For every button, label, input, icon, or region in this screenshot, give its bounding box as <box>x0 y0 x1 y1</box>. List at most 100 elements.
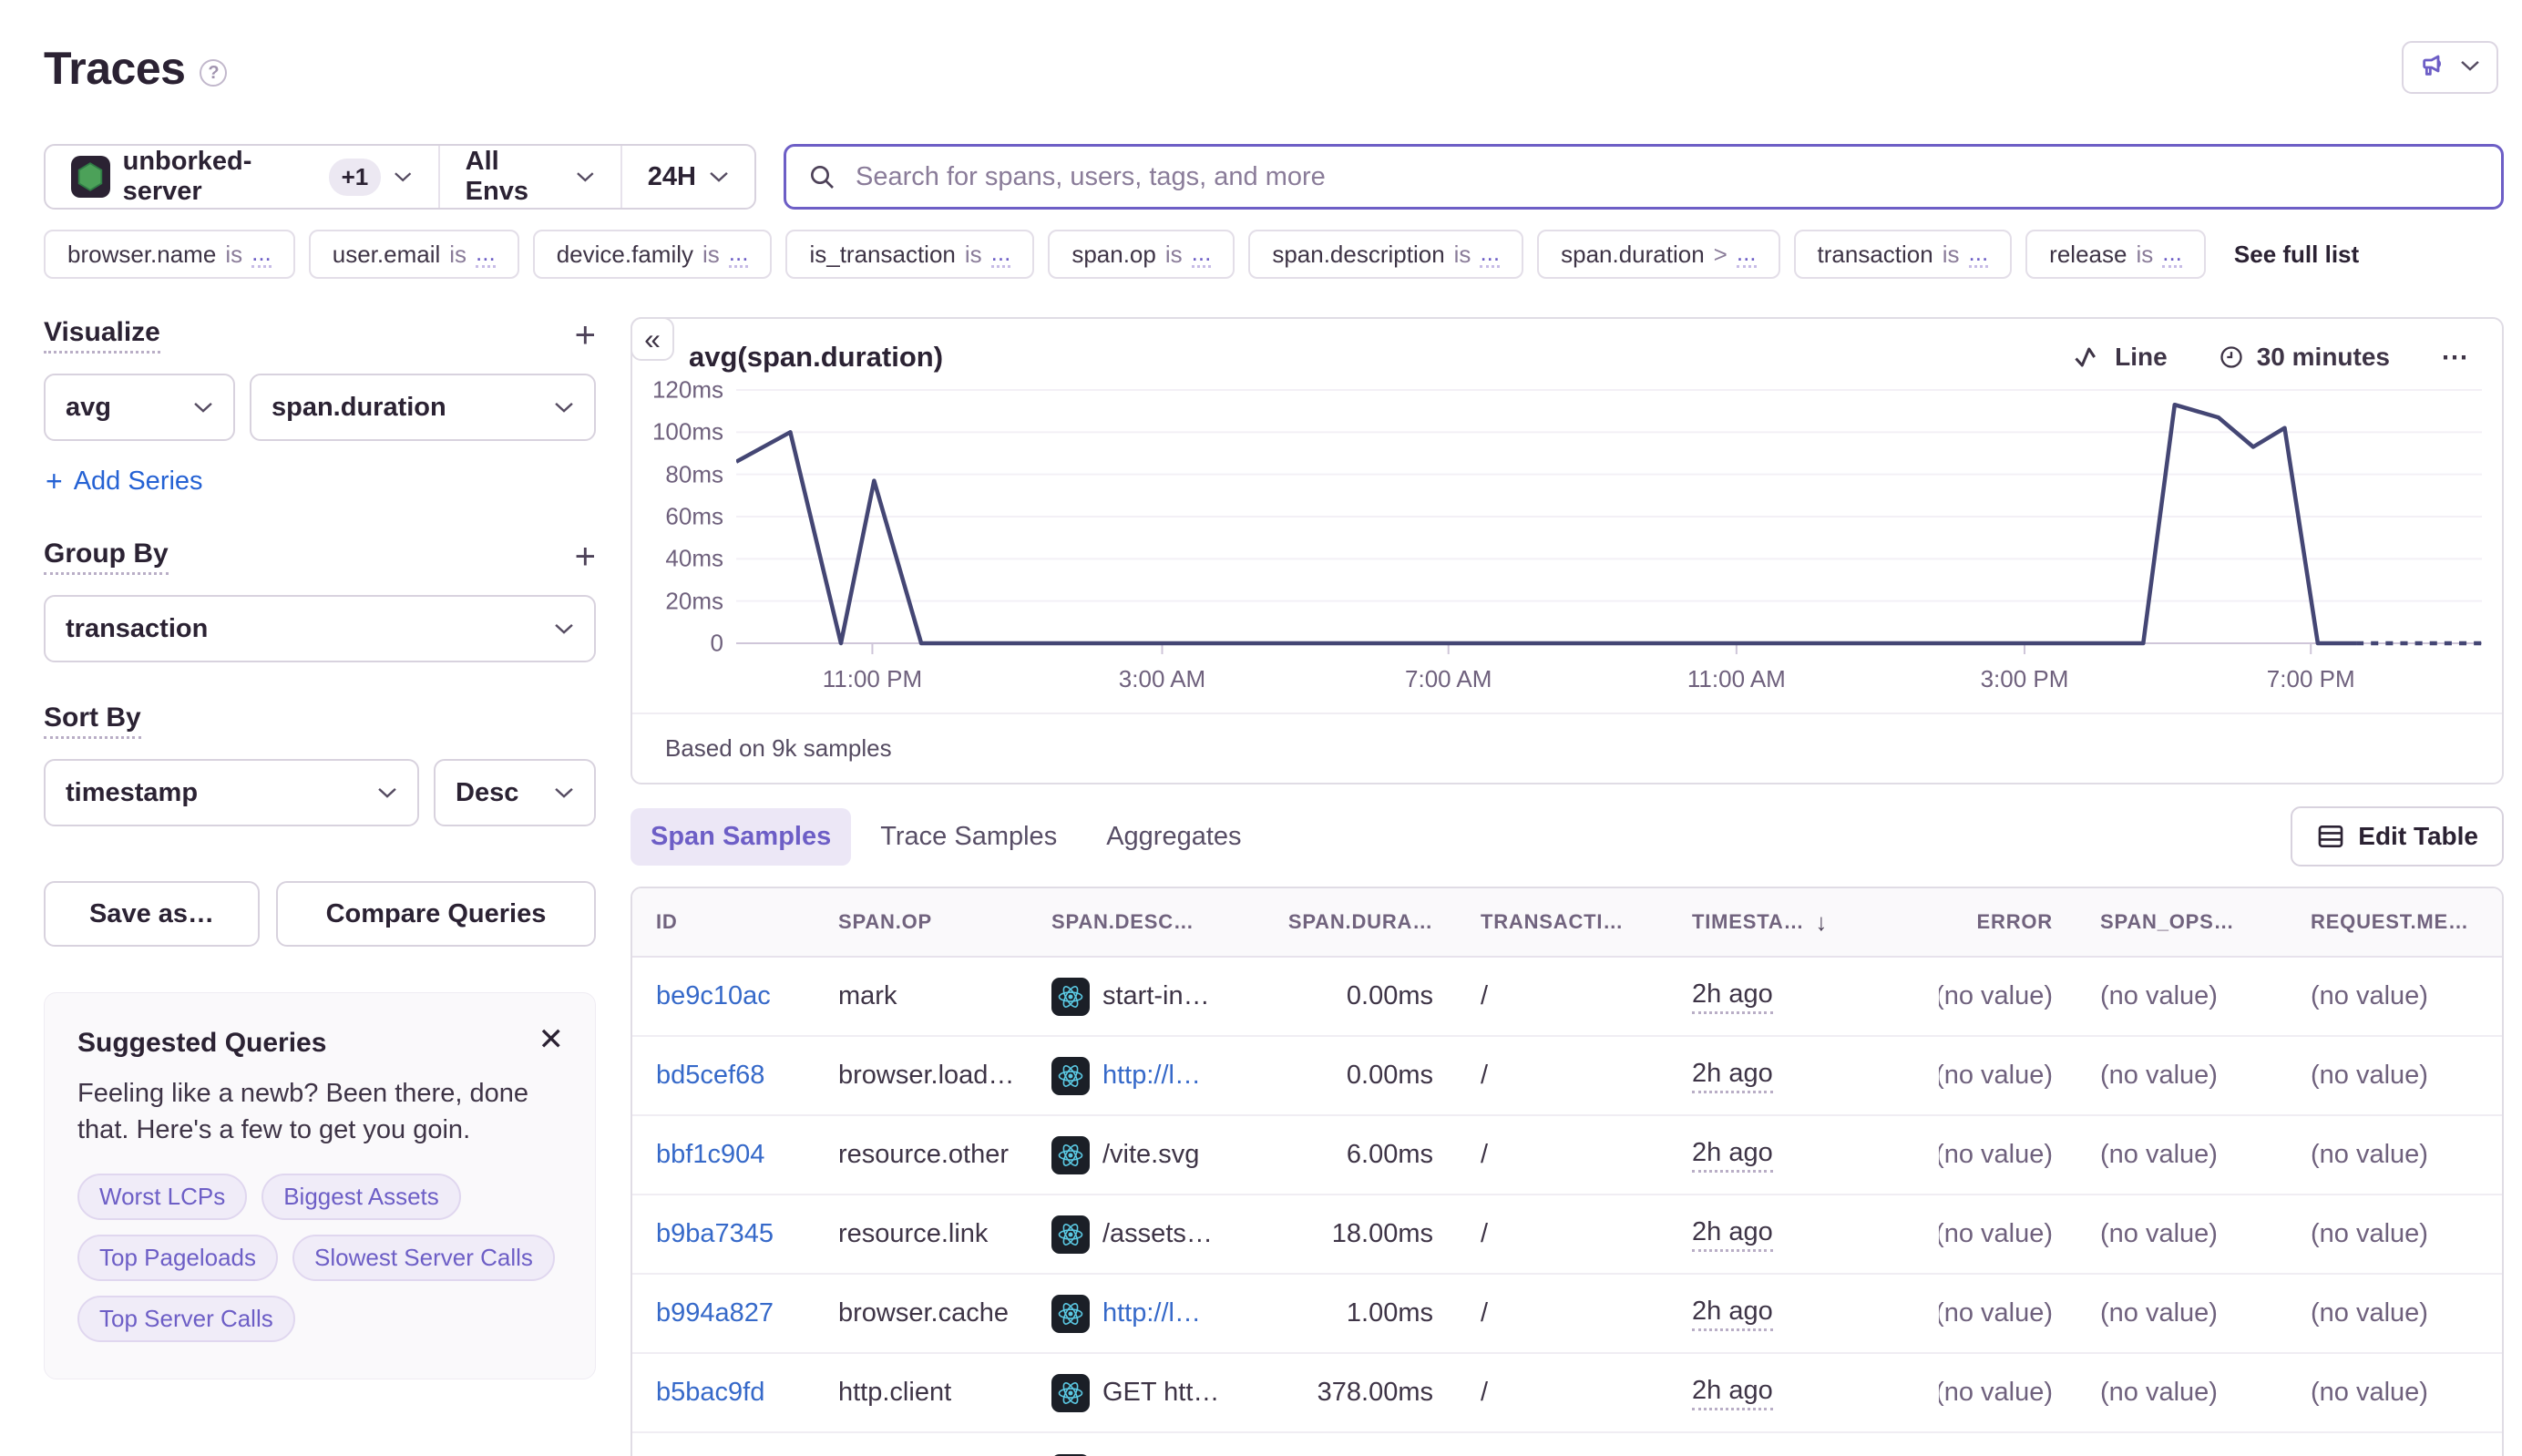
suggested-query-chip[interactable]: Biggest Assets <box>261 1174 461 1220</box>
column-header-span-desc[interactable]: SPAN.DESC… <box>1028 888 1241 956</box>
visualize-label: Visualize <box>44 317 160 354</box>
filter-chip[interactable]: is_transactionis... <box>785 230 1034 279</box>
suggested-query-chip[interactable]: Worst LCPs <box>77 1174 247 1220</box>
filter-chip[interactable]: device.familyis... <box>533 230 773 279</box>
cell-error: (no value) <box>1939 1354 2076 1431</box>
table-row[interactable]: b41bfb26resource.ifra…https://…276.00ms/… <box>632 1433 2502 1456</box>
filter-field: user.email <box>333 241 441 269</box>
cell-transaction: / <box>1457 1433 1668 1456</box>
span-id-link[interactable]: bbf1c904 <box>656 1140 764 1170</box>
column-header-transacti[interactable]: TRANSACTI… <box>1457 888 1668 956</box>
table-row[interactable]: b5bac9fdhttp.clientGET htt…378.00ms/2h a… <box>632 1354 2502 1433</box>
whats-new-button[interactable] <box>2402 41 2498 94</box>
table-row[interactable]: bd5cef68browser.load…http://l…0.00ms/2h … <box>632 1037 2502 1116</box>
span-id-link[interactable]: b994a827 <box>656 1298 774 1328</box>
cell-span-description: /assets… <box>1028 1195 1241 1273</box>
cell-transaction: / <box>1457 958 1668 1035</box>
chart-menu-button[interactable]: ⋯ <box>2441 342 2471 374</box>
filter-value: ... <box>1192 241 1212 268</box>
filter-chip[interactable]: releaseis... <box>2025 230 2206 279</box>
tab-aggregates[interactable]: Aggregates <box>1086 808 1261 866</box>
timestamp-value[interactable]: 2h ago <box>1692 1376 1773 1410</box>
cell-span-ops: (no value) <box>2076 1275 2287 1352</box>
group-by-select[interactable]: transaction <box>44 595 596 662</box>
filter-chip[interactable]: span.opis... <box>1048 230 1235 279</box>
timestamp-value[interactable]: 2h ago <box>1692 979 1773 1014</box>
column-header-request-me[interactable]: REQUEST.ME… <box>2287 888 2502 956</box>
cell-request-method: (no value) <box>2287 1275 2502 1352</box>
span-description-text[interactable]: http://l… <box>1102 1298 1201 1328</box>
span-description-text[interactable]: GET htt… <box>1102 1378 1219 1408</box>
cell-span-description: http://l… <box>1028 1275 1241 1352</box>
filter-chip[interactable]: span.descriptionis... <box>1248 230 1523 279</box>
filter-value: ... <box>729 241 749 268</box>
span-description-text[interactable]: http://l… <box>1102 1061 1201 1091</box>
cell-request-method: (no value) <box>2287 1433 2502 1456</box>
project-selector[interactable]: unborked-server +1 <box>46 146 438 208</box>
cell-span-description: start-in… <box>1028 958 1241 1035</box>
search-input[interactable] <box>784 144 2504 210</box>
edit-table-button[interactable]: Edit Table <box>2291 806 2504 866</box>
add-series-button[interactable]: + Add Series <box>46 465 596 498</box>
duration-chart-plot[interactable] <box>736 383 2482 656</box>
timestamp-value[interactable]: 2h ago <box>1692 1059 1773 1093</box>
collapse-sidebar-button[interactable]: « <box>630 317 674 361</box>
close-icon[interactable]: ✕ <box>538 1024 565 1055</box>
suggested-query-chip[interactable]: Slowest Server Calls <box>292 1235 555 1281</box>
span-id-link[interactable]: b5bac9fd <box>656 1378 764 1408</box>
tab-trace-samples[interactable]: Trace Samples <box>860 808 1077 866</box>
timestamp-value[interactable]: 2h ago <box>1692 1138 1773 1173</box>
column-header-span-dura[interactable]: SPAN.DURA… <box>1241 888 1457 956</box>
compare-queries-button[interactable]: Compare Queries <box>276 881 596 947</box>
span-id-link[interactable]: be9c10ac <box>656 981 771 1011</box>
filter-chip[interactable]: span.duration>... <box>1537 230 1779 279</box>
span-description-text[interactable]: /vite.svg <box>1102 1140 1199 1170</box>
yaxis-field-select[interactable]: span.duration <box>250 374 596 441</box>
column-header-timesta[interactable]: TIMESTA…↓ <box>1668 888 1939 956</box>
column-header-span-ops[interactable]: SPAN_OPS… <box>2076 888 2287 956</box>
suggested-query-chip[interactable]: Top Server Calls <box>77 1296 295 1342</box>
add-group-by-button[interactable]: + <box>575 543 596 570</box>
suggested-query-chips: Worst LCPs Biggest Assets Top Pageloads Slo… <box>77 1174 562 1342</box>
column-header-error[interactable]: ERROR <box>1939 888 2076 956</box>
span-description-text[interactable]: start-in… <box>1102 981 1210 1011</box>
line-chart-icon <box>2075 346 2102 368</box>
column-header-span-op[interactable]: SPAN.OP <box>815 888 1028 956</box>
filter-field: device.family <box>557 241 693 269</box>
timestamp-value[interactable]: 2h ago <box>1692 1217 1773 1252</box>
table-row[interactable]: bbf1c904resource.other/vite.svg6.00ms/2h… <box>632 1116 2502 1195</box>
chart-type-select[interactable]: Line <box>2075 343 2168 372</box>
x-axis-tick-label: 7:00 PM <box>2267 665 2355 693</box>
span-description-text[interactable]: /assets… <box>1102 1219 1213 1249</box>
table-row[interactable]: b9ba7345resource.link/assets…18.00ms/2h … <box>632 1195 2502 1275</box>
span-id-link[interactable]: bd5cef68 <box>656 1061 764 1091</box>
suggested-query-chip[interactable]: Top Pageloads <box>77 1235 278 1281</box>
table-row[interactable]: be9c10acmarkstart-in…0.00ms/2h ago(no va… <box>632 958 2502 1037</box>
chart-interval-select[interactable]: 30 minutes <box>2219 343 2390 372</box>
filter-chip[interactable]: user.emailis... <box>309 230 519 279</box>
sort-direction-select[interactable]: Desc <box>434 759 596 826</box>
filter-op: > <box>1714 241 1727 269</box>
filter-field: span.duration <box>1561 241 1705 269</box>
cell-span-op: mark <box>815 958 1028 1035</box>
environment-selector[interactable]: All Envs <box>438 146 620 208</box>
aggregate-select[interactable]: avg <box>44 374 235 441</box>
sort-desc-icon: ↓ <box>1815 908 1828 937</box>
table-row[interactable]: b994a827browser.cachehttp://l…1.00ms/2h … <box>632 1275 2502 1354</box>
filter-chip[interactable]: browser.nameis... <box>44 230 295 279</box>
react-icon <box>1051 1295 1090 1333</box>
help-icon[interactable]: ? <box>200 59 227 87</box>
filter-chip[interactable]: transactionis... <box>1794 230 2013 279</box>
column-header-id[interactable]: ID <box>632 888 815 956</box>
see-full-list-button[interactable]: See full list <box>2220 241 2373 269</box>
filter-value: ... <box>1480 241 1500 268</box>
chevron-down-icon <box>193 401 213 414</box>
add-visualize-button[interactable]: + <box>575 322 596 349</box>
tab-span-samples[interactable]: Span Samples <box>630 808 851 866</box>
span-id-link[interactable]: b9ba7345 <box>656 1219 774 1249</box>
sort-field-select[interactable]: timestamp <box>44 759 419 826</box>
save-as-button[interactable]: Save as… <box>44 881 260 947</box>
date-range-selector[interactable]: 24H <box>620 146 754 208</box>
timestamp-value[interactable]: 2h ago <box>1692 1297 1773 1331</box>
cell-span-description: https://… <box>1028 1433 1241 1456</box>
